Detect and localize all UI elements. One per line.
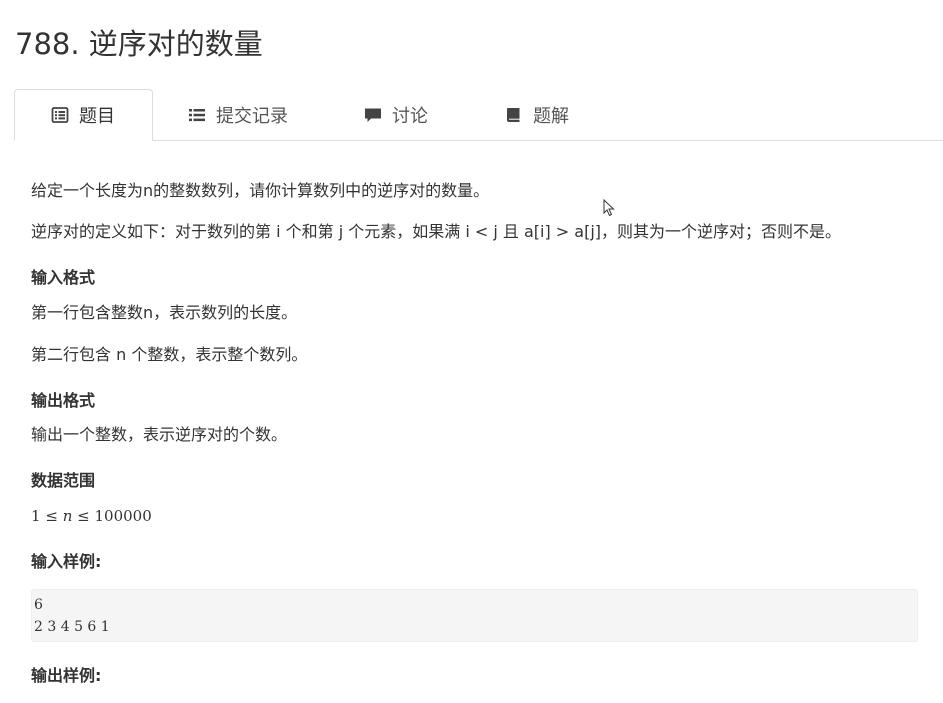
data-range-lower: 1 xyxy=(31,507,41,525)
description-paragraph-1: 给定一个长度为n的整数数列，请你计算数列中的逆序对的数量。 xyxy=(31,181,490,200)
tab-submissions-label: 提交记录 xyxy=(216,105,288,127)
data-range-op-1: ≤ xyxy=(45,507,58,525)
sample-input-line-2: 2 3 4 5 6 1 xyxy=(34,619,110,635)
data-range-heading: 数据范围 xyxy=(31,471,96,490)
comment-icon xyxy=(364,107,382,123)
tab-discussion-label: 讨论 xyxy=(392,105,428,127)
book-icon xyxy=(505,107,523,123)
tab-problem[interactable]: 题目 xyxy=(14,89,153,141)
tab-discussion[interactable]: 讨论 xyxy=(364,89,428,140)
list-alt-icon xyxy=(51,107,69,123)
sample-output-heading: 输出样例: xyxy=(31,666,102,685)
input-format-line-1: 第一行包含整数n，表示数列的长度。 xyxy=(31,303,298,322)
sample-input-code-block: 6 2 3 4 5 6 1 xyxy=(31,589,918,642)
tab-bar: 题目 提交记录 讨论 题解 xyxy=(14,89,943,141)
data-range-variable: n xyxy=(62,507,73,525)
page-title: 788. 逆序对的数量 xyxy=(15,27,263,61)
tab-submissions[interactable]: 提交记录 xyxy=(188,89,288,140)
list-icon xyxy=(188,107,206,123)
tab-problem-label: 题目 xyxy=(79,106,115,127)
description-paragraph-2: 逆序对的定义如下：对于数列的第 i 个和第 j 个元素，如果满 i < j 且 … xyxy=(31,222,842,241)
output-format-heading: 输出格式 xyxy=(31,391,96,410)
output-format-line-1: 输出一个整数，表示逆序对的个数。 xyxy=(31,425,288,444)
data-range-op-2: ≤ xyxy=(77,507,90,525)
tab-solutions-label: 题解 xyxy=(533,105,569,127)
problem-page: 788. 逆序对的数量 题目 提交记录 讨论 题解 给定一个长度为n的整数数列，… xyxy=(0,0,943,703)
sample-input-line-1: 6 xyxy=(34,597,43,613)
data-range-upper: 100000 xyxy=(94,507,152,525)
input-format-heading: 输入格式 xyxy=(31,268,96,287)
data-range-formula: 1 ≤ n ≤ 100000 xyxy=(31,503,152,529)
sample-input-heading: 输入样例: xyxy=(31,552,102,571)
input-format-line-2: 第二行包含 n 个整数，表示整个数列。 xyxy=(31,345,308,364)
mouse-cursor-icon xyxy=(603,198,615,217)
tab-solutions[interactable]: 题解 xyxy=(505,89,569,140)
